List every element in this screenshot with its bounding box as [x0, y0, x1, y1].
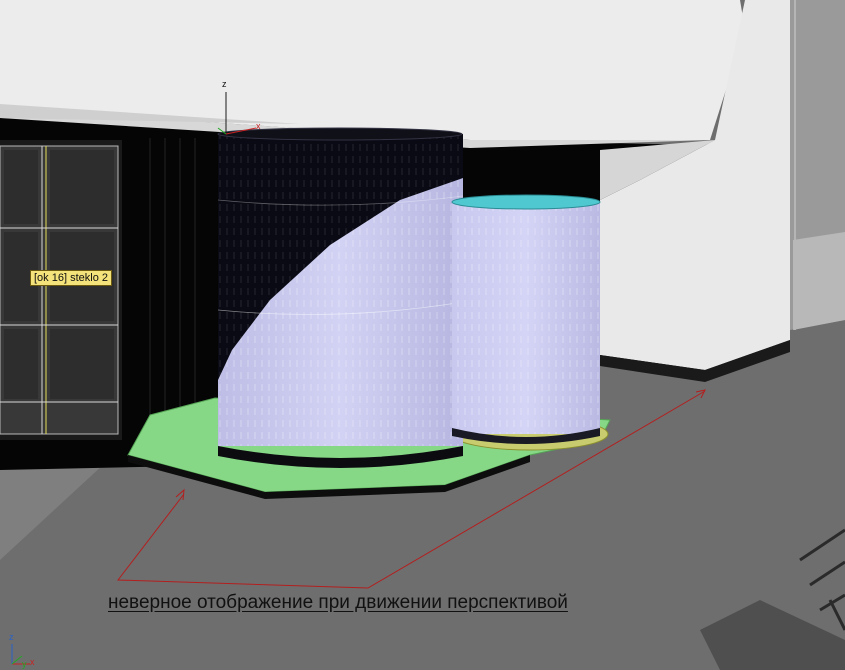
annotation-caption: неверное отображение при движении перспе… — [108, 592, 568, 613]
3d-viewport[interactable]: z x [ok 16] steklo 2 неверное отображени… — [0, 0, 845, 670]
small-cylinder — [451, 194, 601, 444]
corner-x-label: x — [30, 657, 35, 667]
window-frame — [0, 140, 122, 440]
object-tooltip: [ok 16] steklo 2 — [30, 270, 112, 286]
far-right-wall-light — [793, 232, 845, 330]
viewport-scene — [0, 0, 845, 670]
corner-y-label: y — [22, 659, 27, 669]
gizmo-z-label: z — [222, 79, 227, 89]
gizmo-x-label: x — [256, 121, 261, 131]
corner-z-label: z — [9, 632, 14, 642]
large-cylinder — [217, 127, 464, 468]
